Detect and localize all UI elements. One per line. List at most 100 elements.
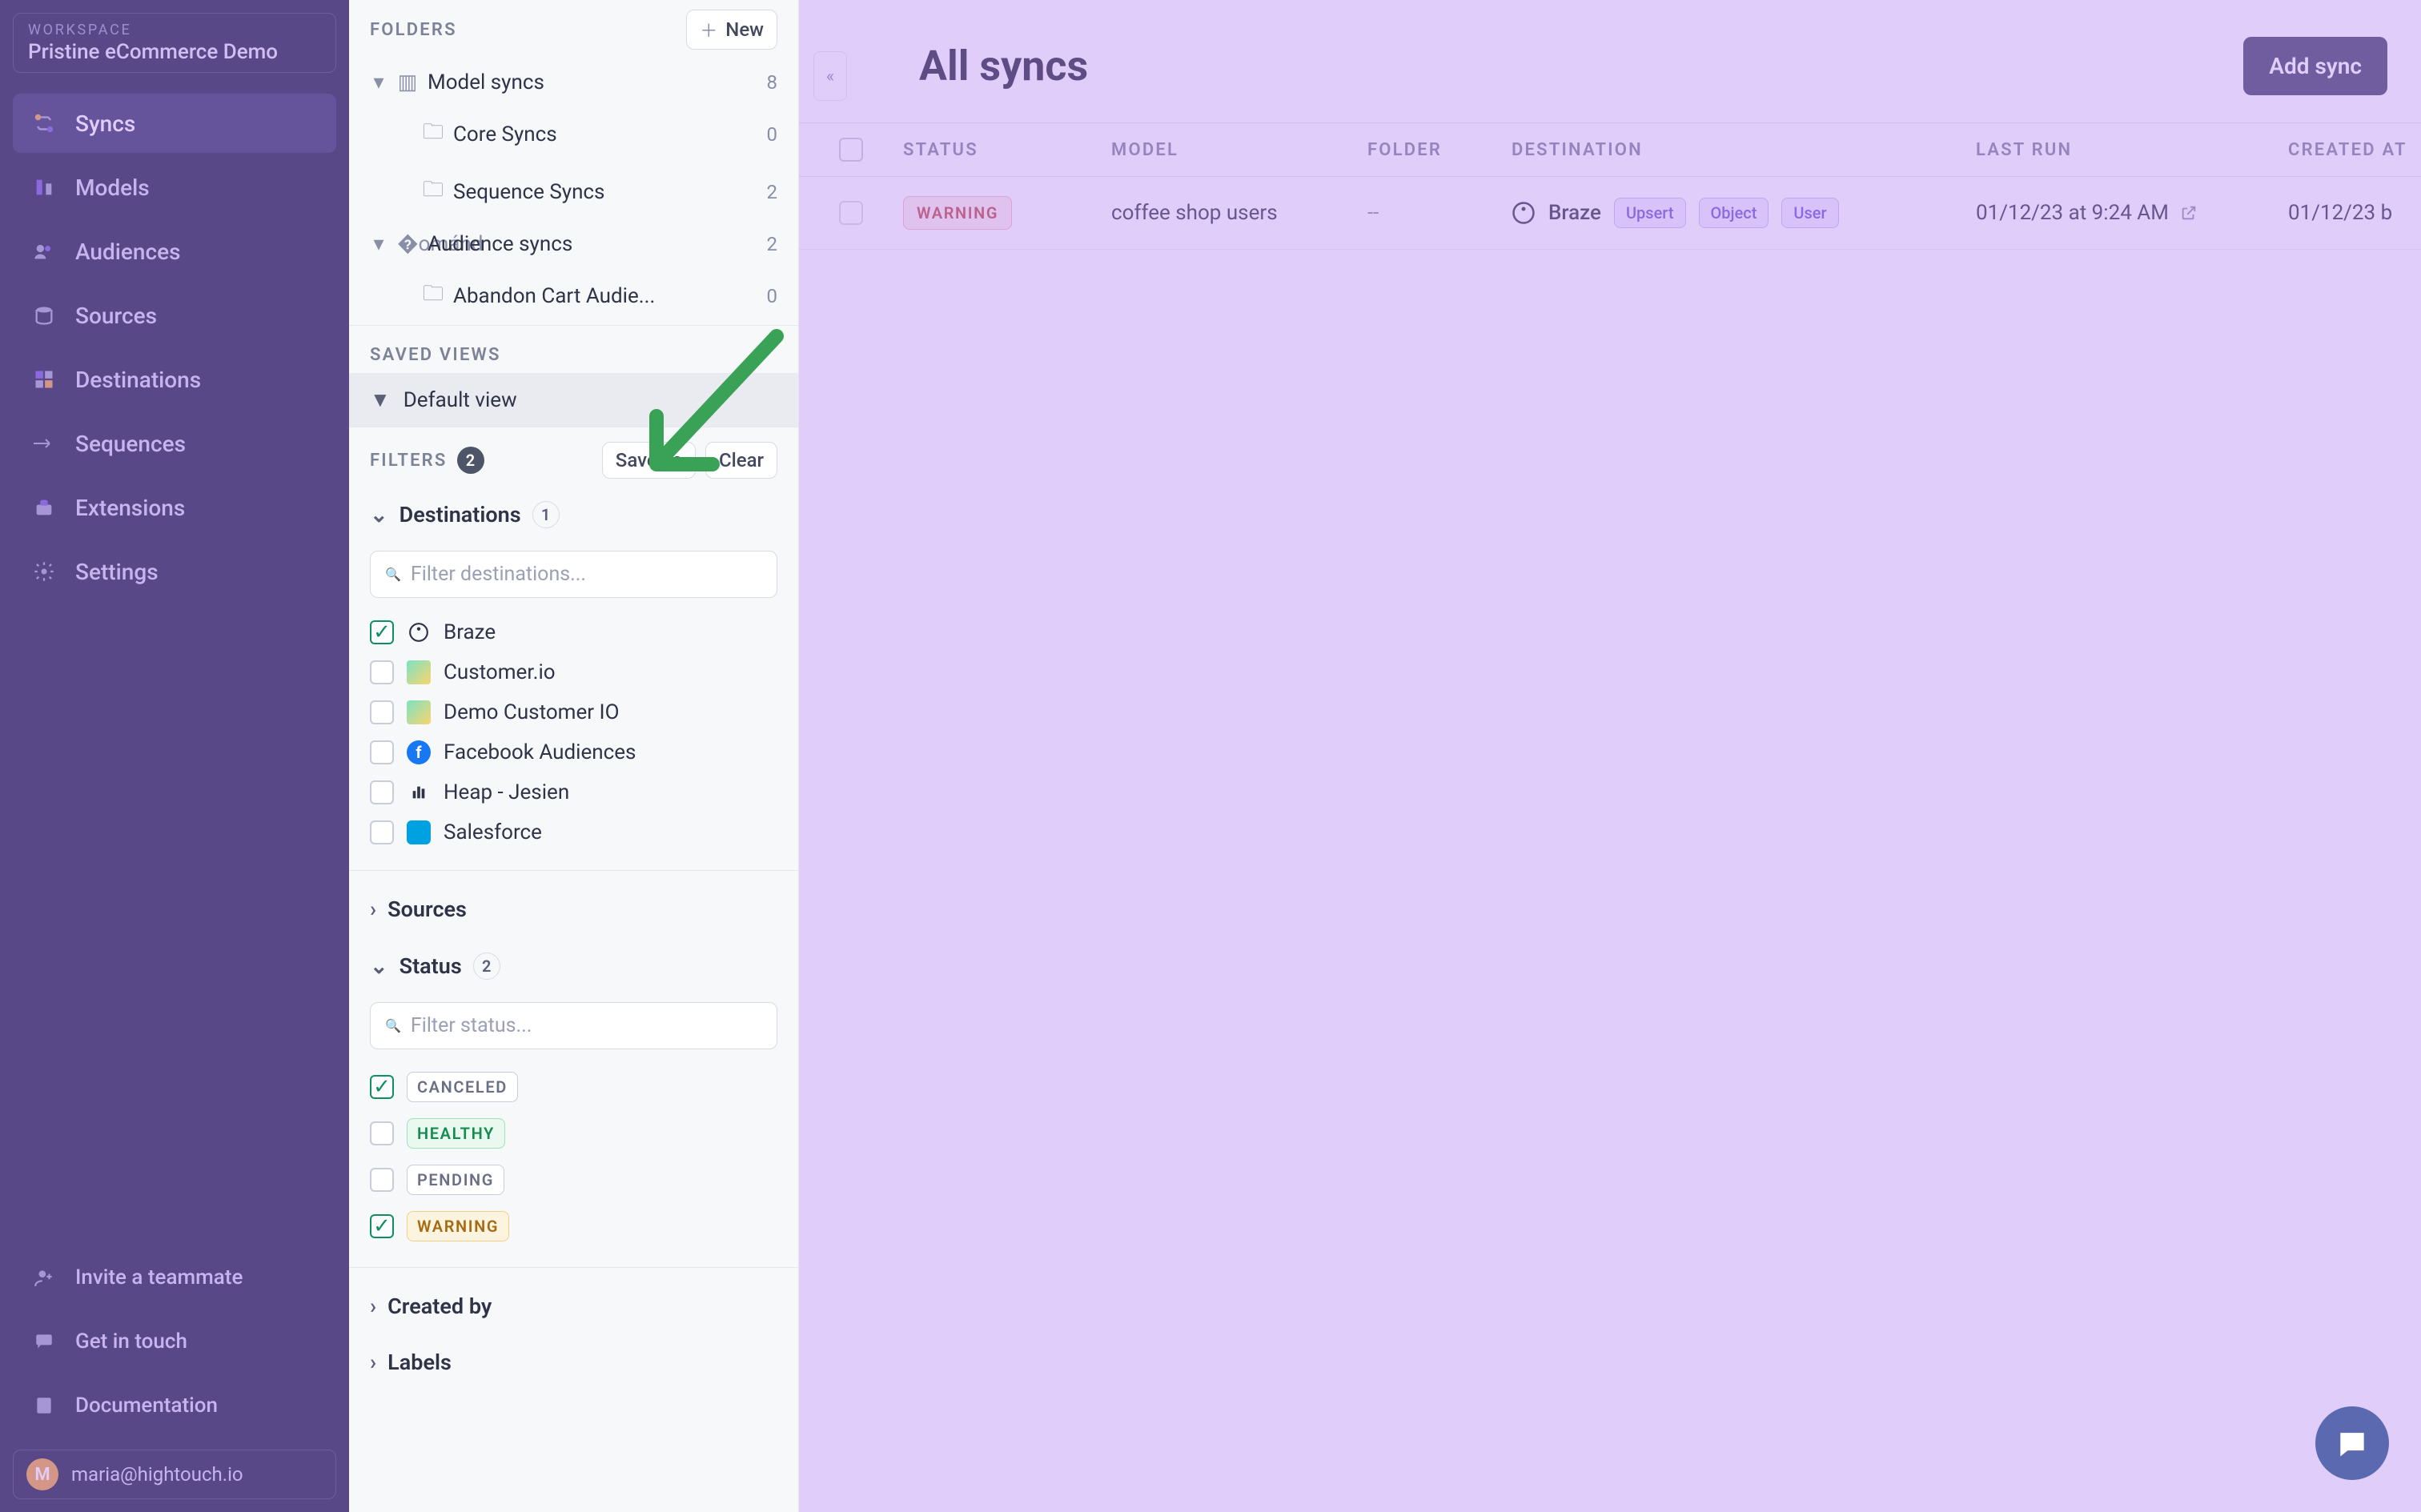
destination-option-label: Heap - Jesien xyxy=(444,780,569,804)
col-model[interactable]: MODEL xyxy=(1111,140,1367,160)
destination-option-braze[interactable]: ✓ Braze xyxy=(370,612,777,652)
chevron-right-icon: › xyxy=(370,896,376,922)
folder-label: Abandon Cart Audie... xyxy=(453,284,655,308)
folder-icon: 🗀 xyxy=(423,174,444,210)
braze-icon xyxy=(407,620,431,644)
col-last-run[interactable]: LAST RUN xyxy=(1976,140,2280,160)
destination-option-facebook[interactable]: f Facebook Audiences xyxy=(370,732,777,772)
folder-abandon-cart[interactable]: 🗀 Abandon Cart Audie... 0 xyxy=(349,267,798,325)
chevron-down-icon: ⌄ xyxy=(370,953,388,979)
folder-label: Core Syncs xyxy=(453,122,557,146)
filter-status-input[interactable] xyxy=(411,1014,762,1037)
status-option-warning[interactable]: ✓ WARNING xyxy=(370,1203,777,1249)
extensions-icon xyxy=(30,494,58,521)
braze-icon xyxy=(1512,201,1536,225)
row-last-run: 01/12/23 at 9:24 AM xyxy=(1976,201,2169,225)
save-as-button[interactable]: Save as xyxy=(602,442,696,479)
table-row[interactable]: WARNING coffee shop users -- Braze Upser… xyxy=(799,177,2421,250)
chevron-down-icon: ⌄ xyxy=(370,502,388,527)
people-icon: �ománd xyxy=(397,232,418,256)
folder-core-syncs[interactable]: 🗀 Core Syncs 0 xyxy=(349,106,798,163)
user-menu[interactable]: M maria@hightouch.io xyxy=(13,1450,336,1499)
filter-destinations-label: Destinations xyxy=(399,502,521,527)
customerio-icon xyxy=(407,700,431,724)
syncs-icon xyxy=(30,110,58,137)
nav-settings[interactable]: Settings xyxy=(13,542,336,601)
filter-section-sources[interactable]: › Sources xyxy=(370,888,777,930)
filters-count-badge: 2 xyxy=(457,447,484,474)
sidebar: WORKSPACE Pristine eCommerce Demo Syncs … xyxy=(0,0,349,1512)
destination-option-demo-customerio[interactable]: Demo Customer IO xyxy=(370,692,777,732)
nav-audiences[interactable]: Audiences xyxy=(13,222,336,281)
filter-section-destinations[interactable]: ⌄ Destinations 1 xyxy=(370,493,777,536)
get-in-touch[interactable]: Get in touch xyxy=(13,1312,336,1371)
nav-models[interactable]: Models xyxy=(13,158,336,217)
help-fab[interactable] xyxy=(2315,1406,2389,1480)
sources-icon xyxy=(30,302,58,329)
destination-option-heap[interactable]: Heap - Jesien xyxy=(370,772,777,812)
folder-label: Model syncs xyxy=(428,70,544,94)
add-sync-button[interactable]: Add sync xyxy=(2243,37,2387,95)
checkbox-icon xyxy=(370,780,394,804)
status-pill: PENDING xyxy=(407,1165,504,1195)
filters-heading: FILTERS xyxy=(370,451,448,471)
documentation[interactable]: Documentation xyxy=(13,1376,336,1435)
docs-label: Documentation xyxy=(75,1394,218,1418)
row-destination-name: Braze xyxy=(1548,201,1601,225)
chevron-right-icon: › xyxy=(370,1293,376,1319)
col-destination[interactable]: DESTINATION xyxy=(1512,140,1976,160)
nav-syncs-label: Syncs xyxy=(75,110,135,137)
select-all-checkbox[interactable] xyxy=(839,138,863,162)
external-link-icon[interactable] xyxy=(2180,204,2198,222)
saved-view-label: Default view xyxy=(404,388,517,412)
invite-teammate[interactable]: Invite a teammate xyxy=(13,1248,336,1307)
nav-syncs[interactable]: Syncs xyxy=(13,94,336,153)
folder-sequence-syncs[interactable]: 🗀 Sequence Syncs 2 xyxy=(349,163,798,221)
col-status[interactable]: STATUS xyxy=(903,140,1111,160)
search-icon: 🔍 xyxy=(385,567,401,582)
saved-views-heading: SAVED VIEWS xyxy=(349,326,798,373)
folder-audience-syncs[interactable]: ▾ �ománd Audience syncs 2 xyxy=(349,221,798,267)
destination-option-customerio[interactable]: Customer.io xyxy=(370,652,777,692)
destination-option-salesforce[interactable]: Salesforce xyxy=(370,812,777,852)
collapse-panel-button[interactable]: « xyxy=(813,51,847,101)
filter-status-search[interactable]: 🔍 xyxy=(370,1002,777,1049)
new-folder-button[interactable]: ＋ New xyxy=(686,10,777,50)
clear-filters-button[interactable]: Clear xyxy=(705,442,777,479)
filter-status-count: 2 xyxy=(473,953,500,980)
nav-sequences[interactable]: Sequences xyxy=(13,414,336,473)
filter-destinations-input[interactable] xyxy=(411,563,762,586)
contact-label: Get in touch xyxy=(75,1330,187,1354)
folder-icon: 🗀 xyxy=(423,279,444,314)
nav-destinations[interactable]: Destinations xyxy=(13,350,336,409)
nav-settings-label: Settings xyxy=(75,559,159,585)
col-folder[interactable]: FOLDER xyxy=(1367,140,1512,160)
filter-destinations-search[interactable]: 🔍 xyxy=(370,551,777,598)
status-option-pending[interactable]: PENDING xyxy=(370,1157,777,1203)
dest-tag: Upsert xyxy=(1614,198,1686,228)
row-checkbox[interactable] xyxy=(839,201,863,225)
folder-model-syncs[interactable]: ▾ ▥ Model syncs 8 xyxy=(349,59,798,106)
saved-view-default[interactable]: ▼ Default view xyxy=(349,373,798,427)
filter-section-labels[interactable]: › Labels xyxy=(370,1342,777,1383)
status-option-canceled[interactable]: ✓ CANCELED xyxy=(370,1064,777,1110)
filter-section-status[interactable]: ⌄ Status 2 xyxy=(370,944,777,988)
salesforce-icon xyxy=(407,820,431,844)
col-created-at[interactable]: CREATED AT xyxy=(2280,140,2421,160)
table-header: STATUS MODEL FOLDER DESTINATION LAST RUN… xyxy=(799,122,2421,177)
row-created-at: 01/12/23 b xyxy=(2280,201,2421,225)
nav-models-label: Models xyxy=(75,174,150,201)
folder-count: 0 xyxy=(767,123,778,146)
settings-icon xyxy=(30,558,58,585)
filter-section-created-by[interactable]: › Created by xyxy=(370,1285,777,1327)
folder-label: Audience syncs xyxy=(428,232,572,256)
plus-icon: ＋ xyxy=(700,17,717,42)
row-folder: -- xyxy=(1367,201,1512,225)
folder-count: 2 xyxy=(767,181,778,203)
nav-sequences-label: Sequences xyxy=(75,431,186,457)
workspace-switcher[interactable]: WORKSPACE Pristine eCommerce Demo xyxy=(13,13,336,73)
nav-extensions[interactable]: Extensions xyxy=(13,478,336,537)
nav-sources[interactable]: Sources xyxy=(13,286,336,345)
folders-panel: FOLDERS ＋ New ▾ ▥ Model syncs 8 🗀 Core S… xyxy=(349,0,799,1512)
status-option-healthy[interactable]: HEALTHY xyxy=(370,1110,777,1157)
